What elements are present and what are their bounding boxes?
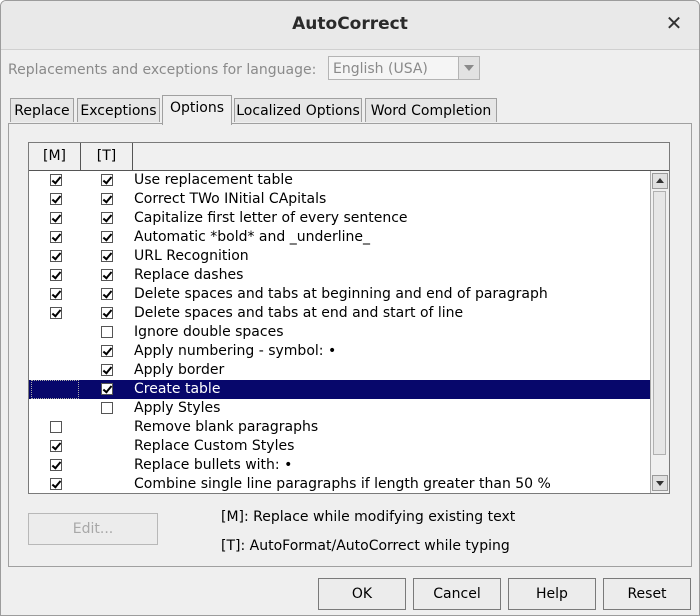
option-row[interactable]: Remove blank paragraphs	[29, 418, 651, 437]
checkbox-m[interactable]	[50, 193, 62, 205]
option-row[interactable]: Ignore double spaces	[29, 323, 651, 342]
option-row[interactable]: Capitalize first letter of every sentenc…	[29, 209, 651, 228]
focus-cell	[31, 380, 79, 399]
checkbox-t[interactable]	[101, 288, 113, 300]
checkbox-m[interactable]	[50, 231, 62, 243]
option-row[interactable]: URL Recognition	[29, 247, 651, 266]
checkbox-m[interactable]	[50, 288, 62, 300]
title-bar[interactable]: AutoCorrect ✕	[1, 1, 699, 50]
option-label: Apply border	[134, 362, 225, 378]
checkbox-m[interactable]	[50, 174, 62, 186]
vertical-scrollbar[interactable]	[650, 171, 669, 493]
ok-button[interactable]: OK	[318, 578, 406, 610]
checkbox-t[interactable]	[101, 383, 113, 395]
checkbox-m[interactable]	[50, 250, 62, 262]
checkbox-t[interactable]	[101, 402, 113, 414]
checkbox-t[interactable]	[101, 174, 113, 186]
option-row[interactable]: Replace bullets with: •	[29, 456, 651, 475]
tab-options[interactable]: Options	[162, 95, 232, 125]
option-row[interactable]: Apply border	[29, 361, 651, 380]
language-select[interactable]: English (USA)	[328, 56, 480, 80]
option-row[interactable]: Correct TWo INitial CApitals	[29, 190, 651, 209]
checkbox-t[interactable]	[101, 345, 113, 357]
note-t: [T]: AutoFormat/AutoCorrect while typing	[221, 538, 510, 554]
column-header-t[interactable]: [T]	[81, 143, 133, 170]
help-button[interactable]: Help	[508, 578, 596, 610]
option-label: Delete spaces and tabs at beginning and …	[134, 286, 548, 302]
option-label: Create table	[134, 381, 221, 397]
checkbox-m[interactable]	[50, 478, 62, 490]
checkbox-m[interactable]	[50, 421, 62, 433]
option-label: Use replacement table	[134, 172, 293, 188]
tab-exceptions[interactable]: Exceptions	[77, 98, 160, 122]
option-row[interactable]: Apply numbering - symbol: •	[29, 342, 651, 361]
option-row[interactable]: Delete spaces and tabs at end and start …	[29, 304, 651, 323]
tab-word-completion[interactable]: Word Completion	[365, 98, 497, 122]
chevron-down-icon[interactable]	[458, 57, 479, 79]
option-row[interactable]: Replace Custom Styles	[29, 437, 651, 456]
scroll-up-icon[interactable]	[652, 173, 668, 189]
checkbox-t[interactable]	[101, 269, 113, 281]
checkbox-m[interactable]	[50, 440, 62, 452]
options-list[interactable]: [M] [T] Use replacement table Correct TWo…	[28, 142, 670, 494]
option-label: Correct TWo INitial CApitals	[134, 191, 327, 207]
autocorrect-dialog: AutoCorrect ✕ Replacements and exception…	[0, 0, 700, 616]
column-header-option[interactable]	[133, 143, 669, 170]
option-label: Ignore double spaces	[134, 324, 284, 340]
checkbox-t[interactable]	[101, 307, 113, 319]
option-row[interactable]: Combine single line paragraphs if length…	[29, 475, 651, 493]
checkbox-m[interactable]	[50, 212, 62, 224]
checkbox-t[interactable]	[101, 193, 113, 205]
note-m: [M]: Replace while modifying existing te…	[221, 509, 516, 525]
tab-localized-options[interactable]: Localized Options	[234, 98, 362, 122]
checkbox-t[interactable]	[101, 212, 113, 224]
scrollbar-thumb[interactable]	[653, 191, 666, 455]
checkbox-t[interactable]	[101, 250, 113, 262]
checkbox-t[interactable]	[101, 326, 113, 338]
option-row[interactable]: Delete spaces and tabs at beginning and …	[29, 285, 651, 304]
dialog-title: AutoCorrect	[292, 14, 408, 34]
language-label: Replacements and exceptions for language…	[8, 62, 317, 78]
option-label: Apply Styles	[134, 400, 221, 416]
close-icon[interactable]: ✕	[663, 12, 685, 34]
checkbox-t[interactable]	[101, 364, 113, 376]
checkbox-m[interactable]	[50, 307, 62, 319]
option-label: Replace bullets with: •	[134, 457, 293, 473]
option-label: Combine single line paragraphs if length…	[134, 476, 551, 492]
column-header-m[interactable]: [M]	[29, 143, 81, 170]
checkbox-m[interactable]	[50, 459, 62, 471]
edit-button[interactable]: Edit...	[28, 513, 158, 545]
option-row[interactable]: Replace dashes	[29, 266, 651, 285]
option-label: Delete spaces and tabs at end and start …	[134, 305, 464, 321]
checkbox-t[interactable]	[101, 231, 113, 243]
language-select-value: English (USA)	[333, 61, 428, 77]
option-label: URL Recognition	[134, 248, 249, 264]
options-rows: Use replacement table Correct TWo INitial…	[29, 171, 651, 493]
option-label: Apply numbering - symbol: •	[134, 343, 337, 359]
options-list-header: [M] [T]	[29, 143, 669, 171]
option-row[interactable]: Automatic *bold* and _underline_	[29, 228, 651, 247]
option-label: Replace dashes	[134, 267, 244, 283]
option-row[interactable]: Create table	[29, 380, 651, 399]
option-label: Automatic *bold* and _underline_	[134, 229, 370, 245]
cancel-button[interactable]: Cancel	[413, 578, 501, 610]
tab-replace[interactable]: Replace	[10, 98, 74, 122]
reset-button[interactable]: Reset	[603, 578, 691, 610]
option-row[interactable]: Apply Styles	[29, 399, 651, 418]
scroll-down-icon[interactable]	[652, 475, 668, 491]
option-row[interactable]: Use replacement table	[29, 171, 651, 190]
option-label: Replace Custom Styles	[134, 438, 295, 454]
option-label: Remove blank paragraphs	[134, 419, 319, 435]
option-label: Capitalize first letter of every sentenc…	[134, 210, 408, 226]
checkbox-m[interactable]	[50, 269, 62, 281]
